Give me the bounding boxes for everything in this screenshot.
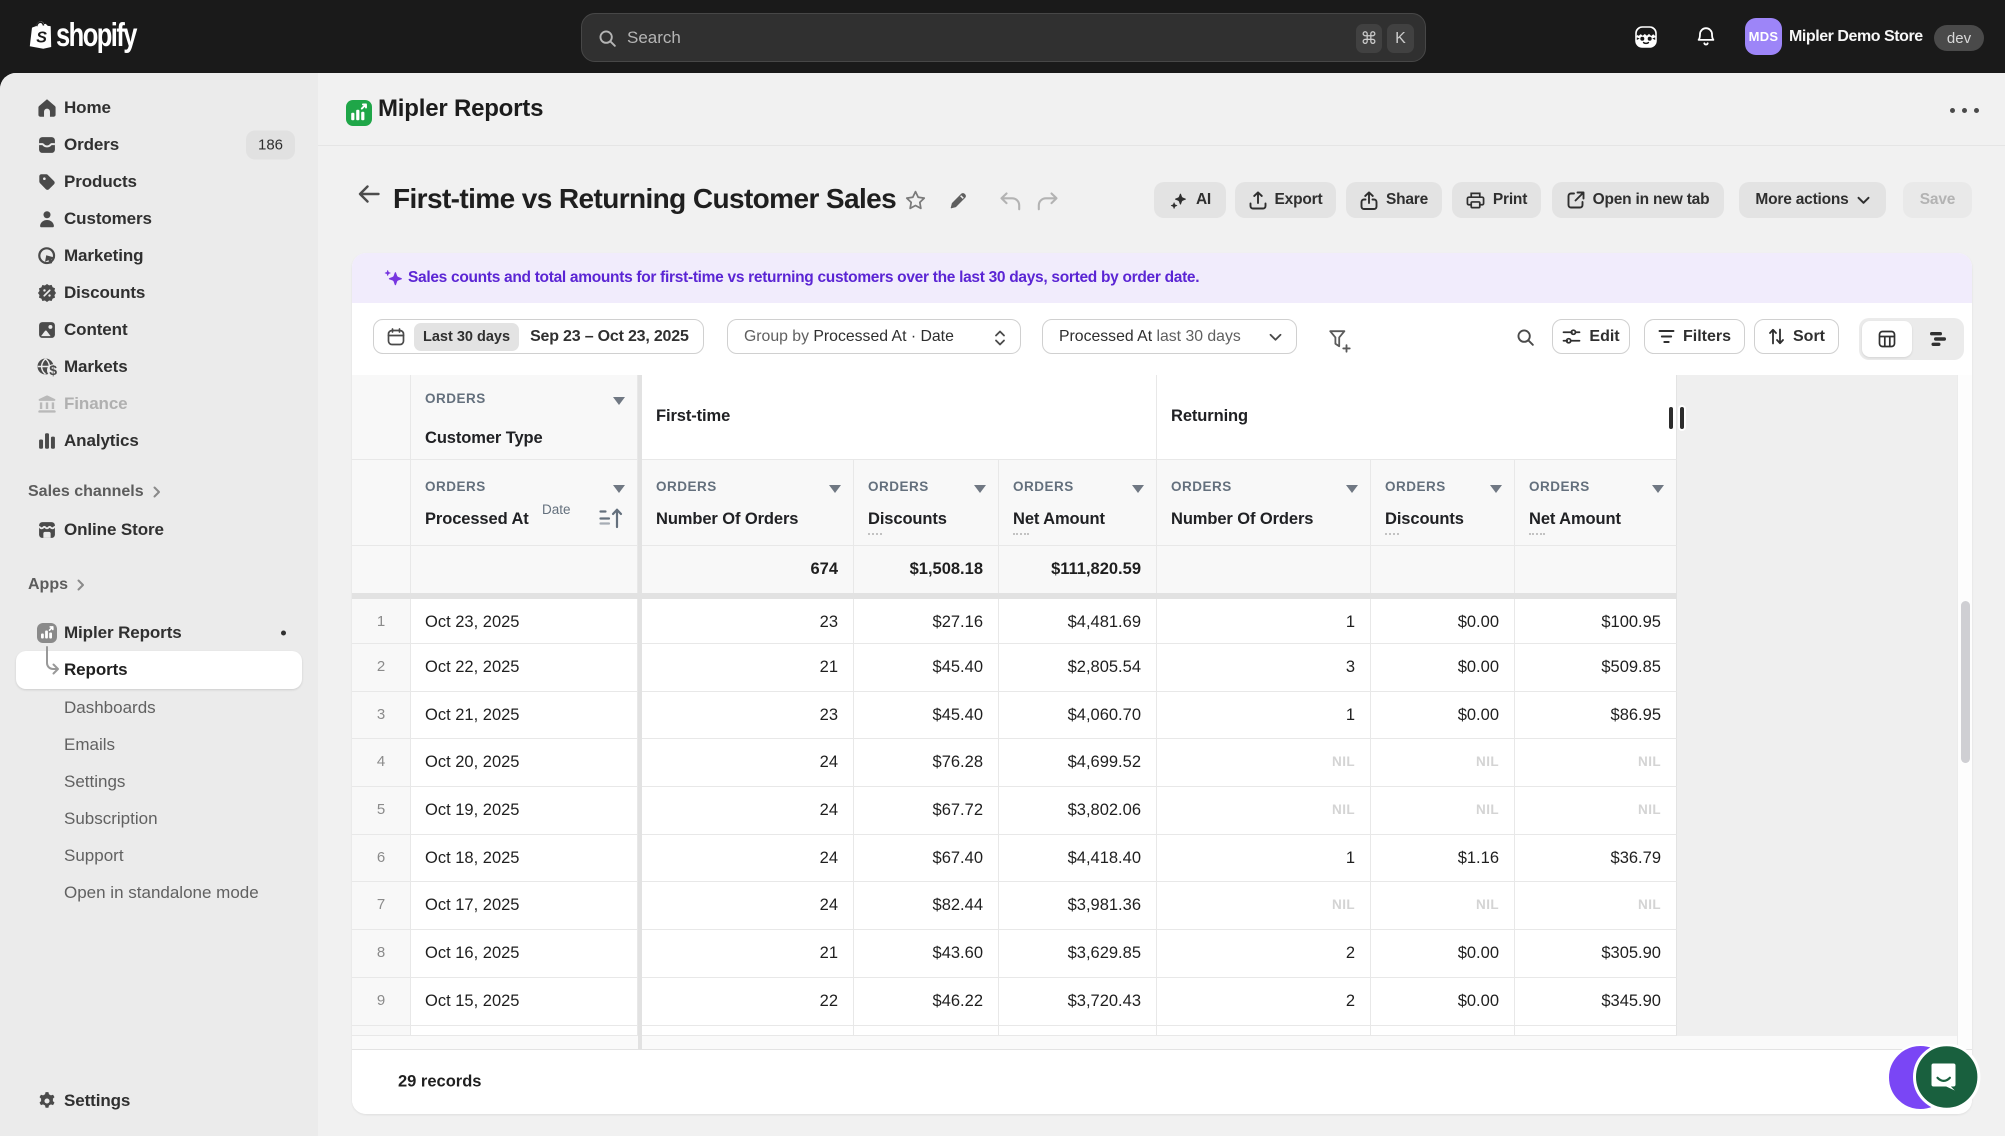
svg-text:$: $ [49, 362, 57, 378]
svg-text:S: S [36, 30, 47, 47]
